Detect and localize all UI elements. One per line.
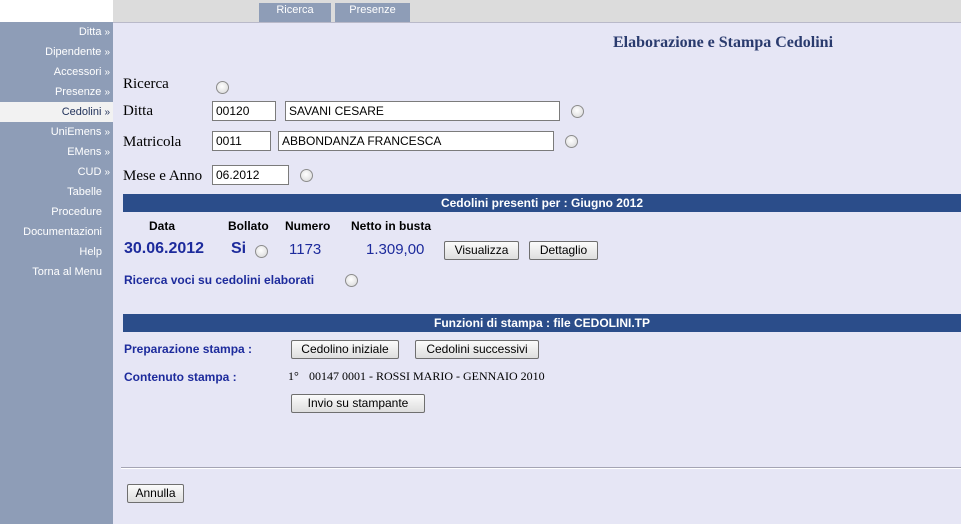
tab-presenze[interactable]: Presenze xyxy=(335,3,410,22)
main-content: Elaborazione e Stampa Cedolini Ricerca D… xyxy=(113,23,961,524)
mese-anno-input[interactable] xyxy=(212,165,289,185)
sidebar-item-cedolini[interactable]: Cedolini» xyxy=(0,102,113,122)
sidebar-item-torna-al-menu[interactable]: Torna al Menu xyxy=(0,262,113,282)
footer-divider xyxy=(121,467,961,469)
sidebar-item-help[interactable]: Help xyxy=(0,242,113,262)
annulla-button[interactable]: Annulla xyxy=(127,484,184,503)
sidebar-item-label: Presenze xyxy=(54,86,102,98)
cedolini-successivi-button[interactable]: Cedolini successivi xyxy=(415,340,539,359)
sidebar-item-ditta[interactable]: Ditta» xyxy=(0,22,113,42)
row-netto: 1.309,00 xyxy=(366,241,425,258)
row-bollato: Si xyxy=(231,240,247,257)
mese-anno-radio[interactable] xyxy=(300,169,313,182)
bollato-radio[interactable] xyxy=(255,245,268,258)
col-numero: Numero xyxy=(285,219,331,233)
chevron-right-icon: » xyxy=(104,87,110,98)
ditta-radio[interactable] xyxy=(571,105,584,118)
sidebar-item-procedure[interactable]: Procedure xyxy=(0,202,113,222)
col-bollato: Bollato xyxy=(228,219,269,233)
matricola-code-input[interactable] xyxy=(212,131,271,151)
sidebar-item-label: Procedure xyxy=(51,206,102,218)
ricerca-voci-radio[interactable] xyxy=(345,274,358,287)
sidebar-item-label: Torna al Menu xyxy=(32,266,102,278)
sidebar-item-documentazioni[interactable]: Documentazioni xyxy=(0,222,113,242)
sidebar-item-label: Ditta xyxy=(78,26,102,38)
page-title: Elaborazione e Stampa Cedolini xyxy=(613,34,834,51)
sidebar-item-label: Dipendente xyxy=(45,46,102,58)
matricola-radio[interactable] xyxy=(565,135,578,148)
matricola-name-input[interactable] xyxy=(278,131,554,151)
sidebar-item-label: Tabelle xyxy=(67,186,102,198)
chevron-right-icon: » xyxy=(104,107,110,118)
sidebar-item-accessori[interactable]: Accessori» xyxy=(0,62,113,82)
ditta-label: Ditta xyxy=(123,103,153,119)
sidebar-item-label: CUD xyxy=(77,166,102,178)
ricerca-voci-label: Ricerca voci su cedolini elaborati xyxy=(124,273,315,287)
tab-ricerca[interactable]: Ricerca xyxy=(259,3,331,22)
sidebar-item-cud[interactable]: CUD» xyxy=(0,162,113,182)
row-data: 30.06.2012 xyxy=(124,240,205,257)
ricerca-label: Ricerca xyxy=(123,76,169,92)
top-tab-bar: Ricerca Presenze xyxy=(113,0,961,23)
chevron-right-icon: » xyxy=(104,27,110,38)
contenuto-index: 1° xyxy=(288,369,299,383)
stampa-section-header: Funzioni di stampa : file CEDOLINI.TP xyxy=(123,314,961,332)
preparazione-stampa-label: Preparazione stampa : xyxy=(124,342,253,356)
sidebar-item-label: Cedolini xyxy=(61,106,102,118)
ditta-name-input[interactable] xyxy=(285,101,560,121)
col-data: Data xyxy=(149,219,176,233)
col-netto: Netto in busta xyxy=(351,219,431,233)
row-numero: 1173 xyxy=(289,241,322,258)
chevron-right-icon: » xyxy=(104,167,110,178)
sidebar-item-label: UniEmens xyxy=(50,126,102,138)
sidebar-top-blank xyxy=(0,0,113,22)
ditta-code-input[interactable] xyxy=(212,101,276,121)
visualizza-button[interactable]: Visualizza xyxy=(444,241,519,260)
invio-stampante-button[interactable]: Invio su stampante xyxy=(291,394,425,413)
mese-anno-label: Mese e Anno xyxy=(123,168,203,184)
chevron-right-icon: » xyxy=(104,47,110,58)
sidebar-item-label: Documentazioni xyxy=(23,226,102,238)
chevron-right-icon: » xyxy=(104,147,110,158)
sidebar-item-presenze[interactable]: Presenze» xyxy=(0,82,113,102)
dettaglio-button[interactable]: Dettaglio xyxy=(529,241,598,260)
sidebar-item-dipendente[interactable]: Dipendente» xyxy=(0,42,113,62)
sidebar-item-uniemens[interactable]: UniEmens» xyxy=(0,122,113,142)
sidebar-item-label: EMens xyxy=(67,146,102,158)
sidebar-item-label: Accessori xyxy=(53,66,102,78)
chevron-right-icon: » xyxy=(104,67,110,78)
sidebar-item-tabelle[interactable]: Tabelle xyxy=(0,182,113,202)
ricerca-radio[interactable] xyxy=(216,81,229,94)
cedolino-iniziale-button[interactable]: Cedolino iniziale xyxy=(291,340,399,359)
sidebar-item-emens[interactable]: EMens» xyxy=(0,142,113,162)
sidebar: Ditta» Dipendente» Accessori» Presenze» Cedo… xyxy=(0,0,113,524)
contenuto-value: 00147 0001 - ROSSI MARIO - GENNAIO 2010 xyxy=(309,369,545,383)
matricola-label: Matricola xyxy=(123,134,182,150)
contenuto-stampa-label: Contenuto stampa : xyxy=(124,370,237,384)
cedolini-section-header: Cedolini presenti per : Giugno 2012 xyxy=(123,194,961,212)
chevron-right-icon: » xyxy=(104,127,110,138)
sidebar-item-label: Help xyxy=(79,246,102,258)
